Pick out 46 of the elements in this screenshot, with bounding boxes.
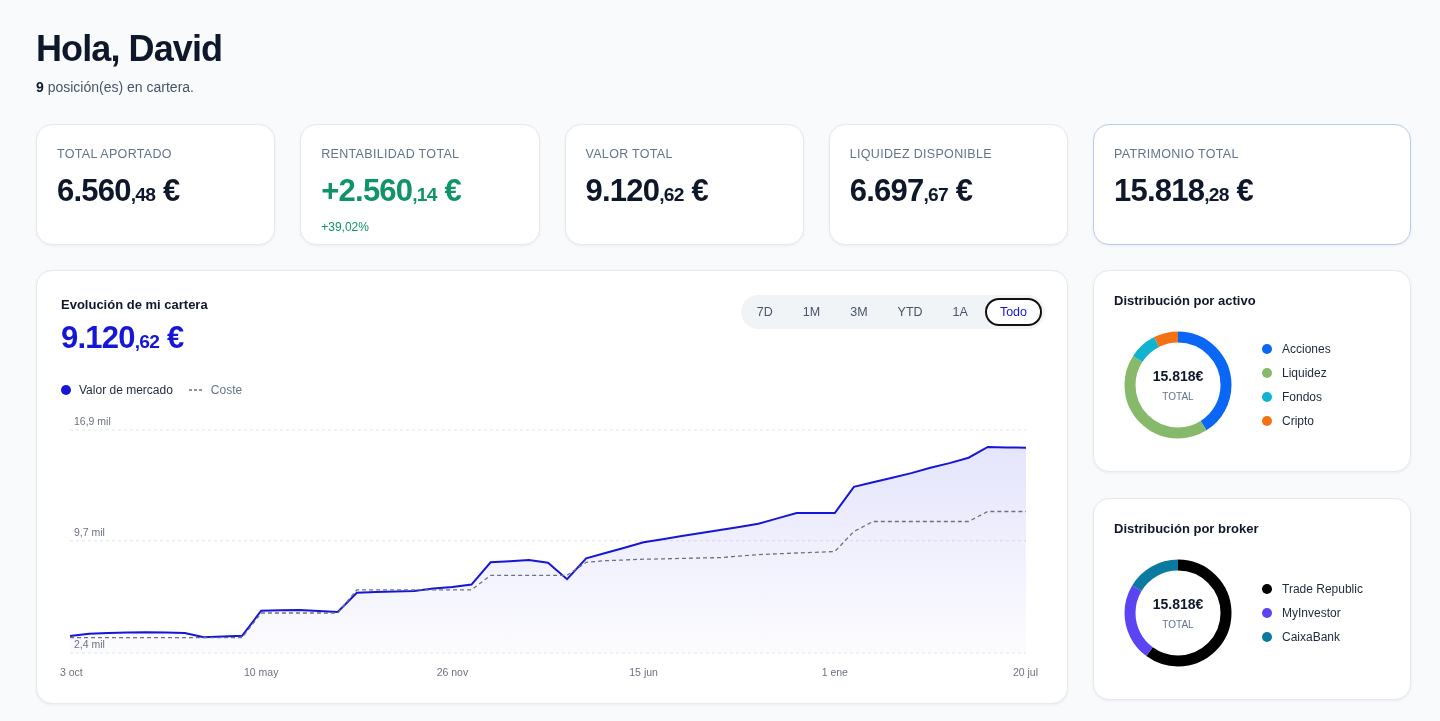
legend-label: Valor de mercado — [79, 382, 173, 399]
card-title: Distribución por activo — [1114, 292, 1257, 310]
x-axis-label: 26 nov — [436, 666, 469, 678]
legend-label: MyInvestor — [1282, 604, 1341, 622]
x-axis-label: 10 may — [244, 666, 279, 678]
card-label: VALOR TOTAL — [585, 146, 674, 163]
donut-total: 15.818€ — [1152, 594, 1204, 614]
y-axis-label: 9,7 mil — [74, 525, 105, 538]
greeting-title: Hola, David — [36, 27, 224, 71]
legend-label: Acciones — [1282, 340, 1331, 358]
range-tab[interactable]: Todo — [984, 298, 1042, 326]
amount: 6.560,48 € — [57, 171, 181, 210]
amount: 6.697,67 € — [849, 171, 974, 210]
x-axis-label: 1 ene — [821, 666, 848, 678]
card-label: PATRIMONIO TOTAL — [1114, 146, 1240, 163]
legend-label: CaixaBank — [1282, 628, 1341, 646]
amount: 15.818,28 € — [1114, 171, 1254, 210]
x-axis-label: 3 oct — [60, 666, 83, 678]
range-tab[interactable]: 7D — [743, 298, 786, 326]
legend-label: Trade Republic — [1282, 580, 1363, 598]
donut-label: TOTAL — [1162, 617, 1194, 632]
card-label: LIQUIDEZ DISPONIBLE — [849, 146, 993, 163]
card-label: TOTAL APORTADO — [57, 146, 173, 163]
amount: 9.120,62 € — [585, 171, 709, 210]
positions-summary: 9 posición(es) en cartera. — [36, 78, 195, 97]
card-title: Evolución de mi cartera — [61, 296, 208, 314]
donut-label: TOTAL — [1162, 389, 1194, 404]
legend-label: Cripto — [1282, 412, 1314, 430]
donut-total: 15.818€ — [1152, 366, 1204, 386]
x-axis-label: 15 jun — [629, 666, 658, 678]
range-tab[interactable]: YTD — [884, 298, 936, 326]
y-axis-label: 2,4 mil — [74, 638, 105, 650]
x-axis-label: 20 jul — [1012, 666, 1038, 678]
card-title: Distribución por broker — [1114, 520, 1260, 538]
amount: 9.120,62 € — [61, 318, 185, 357]
range-tab[interactable]: 1A — [939, 298, 981, 326]
dashed-line-icon — [188, 388, 203, 392]
range-tab[interactable]: 1M — [789, 298, 834, 326]
change-percent: +39,02% — [321, 219, 370, 237]
range-tab[interactable]: 3M — [837, 298, 881, 326]
legend-label: Liquidez — [1282, 364, 1327, 382]
card-label: RENTABILIDAD TOTAL — [321, 146, 461, 163]
legend-label: Coste — [210, 382, 243, 399]
amount: +2.560,14 € — [321, 171, 462, 210]
legend-label: Fondos — [1282, 388, 1323, 406]
y-axis-label: 16,9 mil — [74, 415, 111, 427]
